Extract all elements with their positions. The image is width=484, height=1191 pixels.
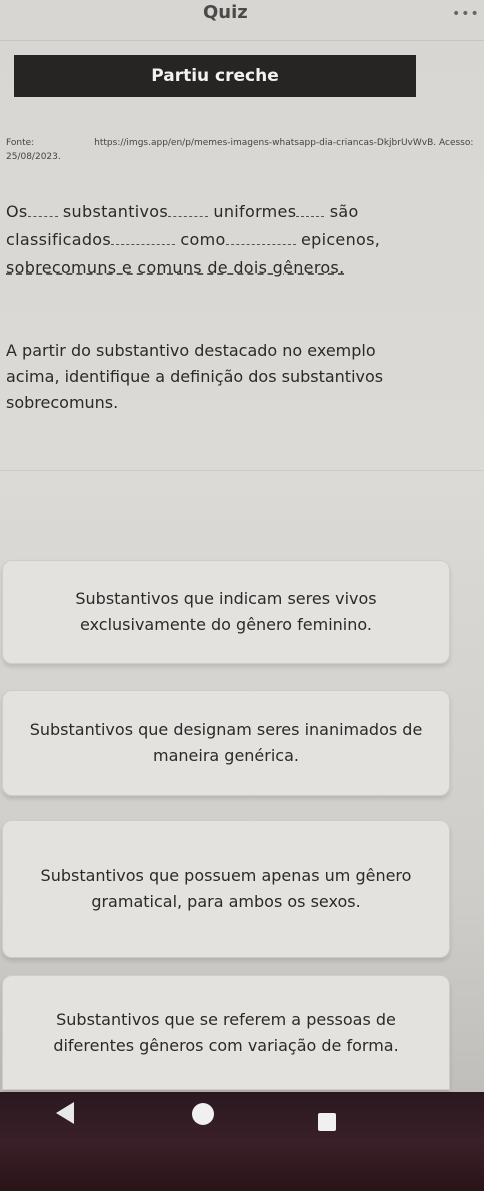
sentence-word: Os [6,202,28,221]
sentence-word: epicenos, [300,230,381,249]
blank-line [27,204,58,217]
blank-line [296,204,325,217]
option-label: Substantivos que designam seres inanimad… [29,720,423,765]
sentence-word: como [180,230,226,249]
header-divider [0,40,484,41]
sentence-word: classificados [6,230,112,249]
home-icon[interactable] [192,1103,214,1125]
option-label: Substantivos que indicam seres vivos exc… [75,589,377,634]
app-header: Quiz ••• [0,0,484,40]
recent-apps-icon[interactable] [318,1113,336,1131]
answer-option-1[interactable]: Substantivos que indicam seres vivos exc… [2,560,450,664]
banner-title: Partiu creche [151,66,279,86]
app-title: Quiz [203,2,248,23]
source-label: Fonte: [6,138,35,148]
option-label: Substantivos que possuem apenas um gêner… [40,866,412,911]
source-url: https://imgs.app/en/p/memes-imagens-what… [6,138,474,162]
question-text: A partir do substantivo destacado no exe… [6,341,384,412]
sentence-word: são [329,202,359,221]
sentence-word: substantivos [62,202,169,221]
blank-line [111,232,176,245]
blank-line [225,232,296,245]
sentence-word: uniformes [213,202,297,221]
answer-option-2[interactable]: Substantivos que designam seres inanimad… [2,690,450,796]
fill-in-sentence: Os substantivos uniformes são classifica… [6,198,434,282]
option-label: Substantivos que se referem a pessoas de… [53,1009,399,1055]
sentence-word: sobrecomuns e comuns de dois gêneros. [6,258,345,277]
answer-option-3[interactable]: Substantivos que possuem apenas um gêner… [2,820,450,958]
more-options-icon[interactable]: ••• [452,6,480,22]
back-icon[interactable] [56,1102,74,1124]
image-banner: Partiu creche [14,55,416,97]
blank-line [168,204,209,217]
answer-area [0,470,484,551]
answer-option-4[interactable]: Substantivos que se referem a pessoas de… [2,975,450,1090]
source-citation: Fonte: https://imgs.app/en/p/memes-imagen… [6,136,476,164]
